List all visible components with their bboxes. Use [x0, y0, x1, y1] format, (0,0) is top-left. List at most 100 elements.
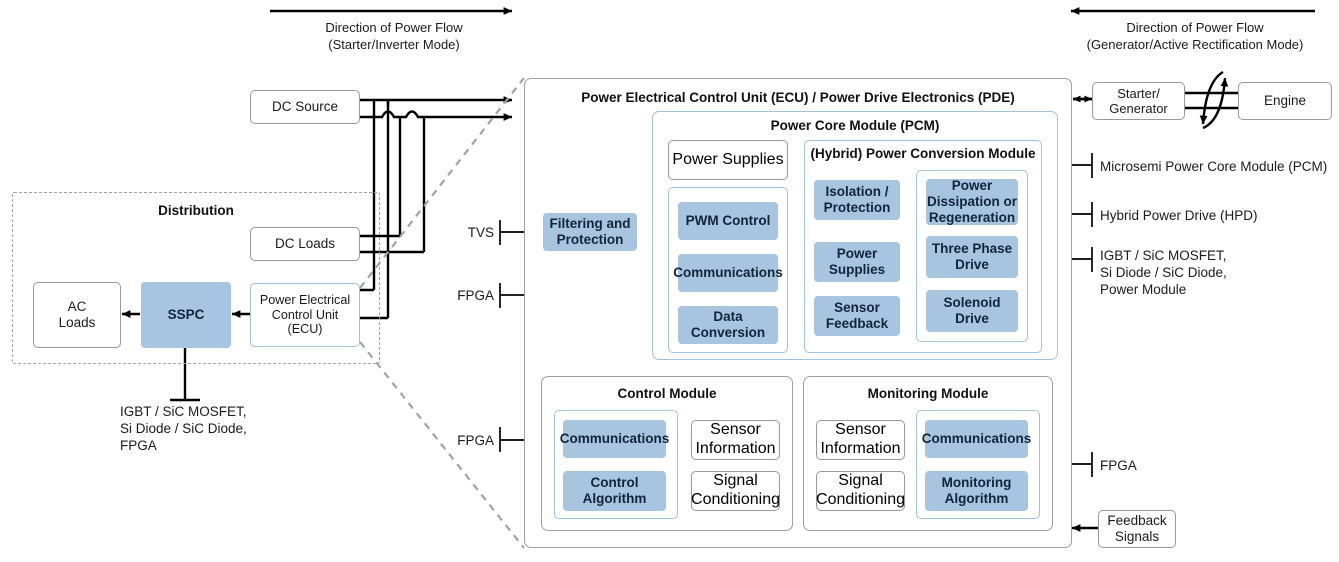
ecu-small-line3: (ECU) [287, 322, 323, 337]
pcm-data-conversion-label: Data Conversion [690, 309, 766, 340]
callout-fpga-text: FPGA [1100, 458, 1137, 473]
ac-loads-line1: AC [67, 299, 87, 315]
ecu-pde-title: Power Electrical Control Unit (ECU) / Po… [524, 90, 1072, 105]
hpcm-solenoid-drive-box[interactable]: Solenoid Drive [926, 290, 1018, 332]
hpcm-solenoid-drive-label: Solenoid Drive [943, 295, 1001, 326]
pcm-pwm-control-label: PWM Control [685, 213, 771, 229]
ecu-small-box[interactable]: Power Electrical Control Unit (ECU) [250, 283, 360, 347]
flow-right-line1: Direction of Power Flow [1126, 20, 1264, 35]
callout-igbt-line3: Power Module [1100, 281, 1187, 297]
pcm-title-label: Power Core Module (PCM) [770, 118, 940, 133]
diagram-canvas: Direction of Power Flow (Starter/Inverte… [0, 0, 1339, 562]
control-module-title: Control Module [541, 386, 793, 401]
sspc-label: SSPC [167, 307, 205, 323]
monitoring-communications-label: Communications [921, 431, 1032, 447]
ac-loads-box[interactable]: AC Loads [33, 282, 121, 348]
hpcm-power-dissipation-label: Power Dissipation or Regeneration [926, 178, 1017, 225]
tvs-text: TVS [467, 225, 494, 240]
filtering-protection-box[interactable]: Filtering and Protection [543, 213, 637, 251]
pcm-data-conversion-box[interactable]: Data Conversion [678, 306, 778, 344]
monitoring-module-title: Monitoring Module [803, 386, 1053, 401]
pcm-communications-box[interactable]: Communications [673, 254, 783, 292]
sspc-note-line2: Si Diode / SiC Diode, [120, 420, 247, 436]
hpcm-title-label: (Hybrid) Power Conversion Module [810, 146, 1036, 161]
callout-hpd-text: Hybrid Power Drive (HPD) [1100, 208, 1258, 223]
feedback-line2: Signals [1114, 529, 1160, 544]
ecu-expansion-callout [359, 77, 525, 549]
starter-generator-box[interactable]: Starter/ Generator [1092, 82, 1185, 120]
pcm-title: Power Core Module (PCM) [652, 118, 1058, 133]
callout-pcm-text: Microsemi Power Core Module (PCM) [1100, 159, 1328, 174]
monitoring-signal-conditioning-label: Signal Conditioning [816, 472, 905, 508]
control-communications-label: Communications [559, 431, 670, 447]
control-sensor-information-label: Sensor Information [695, 421, 776, 457]
ecu-pde-title-label: Power Electrical Control Unit (ECU) / Po… [581, 90, 1015, 105]
monitoring-sensor-information-box[interactable]: Sensor Information [816, 420, 905, 460]
control-communications-box[interactable]: Communications [560, 420, 669, 458]
fpga-control-text: FPGA [457, 433, 494, 448]
fpga-control-callout-label: FPGA [455, 433, 494, 450]
fpga-pcm-text: FPGA [457, 288, 494, 303]
callout-pcm-label: Microsemi Power Core Module (PCM) [1100, 159, 1335, 176]
hpcm-isolation-label: Isolation / Protection [823, 184, 891, 215]
starter-generator-line1: Starter/ [1117, 85, 1160, 101]
monitoring-algorithm-label: Monitoring Algorithm [941, 475, 1012, 506]
flow-right-line2: (Generator/Active Rectification Mode) [1086, 36, 1304, 52]
callout-igbt-label: IGBT / SiC MOSFET, Si Diode / SiC Diode,… [1100, 248, 1335, 299]
monitoring-module-title-label: Monitoring Module [867, 386, 989, 401]
dc-loads-label: DC Loads [274, 236, 336, 252]
distribution-title: Distribution [12, 203, 380, 218]
control-algorithm-box[interactable]: Control Algorithm [563, 471, 666, 511]
sspc-semiconductor-note: IGBT / SiC MOSFET, Si Diode / SiC Diode,… [120, 404, 320, 455]
hpcm-power-supplies-box[interactable]: Power Supplies [814, 242, 900, 282]
ecu-small-line1: Power Electrical [259, 292, 351, 307]
callout-fpga-label: FPGA [1100, 458, 1220, 475]
hpcm-three-phase-drive-box[interactable]: Three Phase Drive [926, 236, 1018, 278]
sspc-note-line1: IGBT / SiC MOSFET, [120, 404, 247, 419]
control-sensor-information-box[interactable]: Sensor Information [691, 420, 780, 460]
control-signal-conditioning-box[interactable]: Signal Conditioning [691, 471, 780, 511]
sspc-note-line3: FPGA [120, 437, 157, 453]
monitoring-sensor-information-label: Sensor Information [820, 421, 901, 457]
hpcm-isolation-protection-box[interactable]: Isolation / Protection [814, 180, 900, 220]
dc-source-label: DC Source [271, 99, 339, 115]
feedback-signals-box[interactable]: Feedback Signals [1098, 510, 1176, 548]
fpga-pcm-callout-label: FPGA [455, 288, 494, 305]
engine-label: Engine [1263, 93, 1307, 109]
control-algorithm-label: Control Algorithm [582, 475, 647, 506]
hpcm-sensor-feedback-label: Sensor Feedback [825, 300, 889, 331]
dc-source-box[interactable]: DC Source [250, 90, 360, 124]
starter-generator-line2: Generator [1109, 101, 1168, 116]
sspc-box[interactable]: SSPC [141, 282, 231, 348]
filtering-line1: Filtering and [549, 216, 631, 232]
flow-left-line1: Direction of Power Flow [325, 20, 463, 35]
flow-left-line2: (Starter/Inverter Mode) [328, 36, 460, 52]
feedback-line1: Feedback [1107, 513, 1167, 529]
hpcm-title: (Hybrid) Power Conversion Module [804, 146, 1042, 161]
monitoring-signal-conditioning-box[interactable]: Signal Conditioning [816, 471, 905, 511]
monitoring-algorithm-box[interactable]: Monitoring Algorithm [925, 471, 1028, 511]
distribution-title-label: Distribution [158, 203, 234, 218]
pcm-power-supplies-box[interactable]: Power Supplies [668, 140, 788, 180]
filtering-line2: Protection [556, 232, 624, 247]
control-module-title-label: Control Module [617, 386, 717, 401]
monitoring-communications-box[interactable]: Communications [922, 420, 1031, 458]
hpcm-power-supplies-label: Power Supplies [828, 246, 886, 277]
callout-hpd-label: Hybrid Power Drive (HPD) [1100, 208, 1335, 225]
dc-loads-box[interactable]: DC Loads [250, 227, 360, 261]
hpcm-three-phase-drive-label: Three Phase Drive [931, 241, 1013, 272]
engine-box[interactable]: Engine [1238, 82, 1332, 120]
pcm-power-supplies-label: Power Supplies [672, 150, 784, 168]
ecu-small-line2: Control Unit [271, 307, 339, 322]
hpcm-sensor-feedback-box[interactable]: Sensor Feedback [814, 296, 900, 336]
pcm-communications-label: Communications [673, 265, 783, 281]
flow-label-right: Direction of Power Flow (Generator/Activ… [1060, 20, 1330, 54]
control-signal-conditioning-label: Signal Conditioning [691, 472, 780, 508]
drive-shaft [1185, 91, 1238, 110]
ac-loads-line2: Loads [58, 315, 96, 330]
callout-igbt-line2: Si Diode / SiC Diode, [1100, 264, 1227, 280]
shaft-rotation-arrows [1199, 70, 1229, 130]
hpcm-power-dissipation-box[interactable]: Power Dissipation or Regeneration [926, 178, 1018, 225]
flow-label-left: Direction of Power Flow (Starter/Inverte… [280, 20, 508, 54]
pcm-pwm-control-box[interactable]: PWM Control [678, 202, 778, 240]
